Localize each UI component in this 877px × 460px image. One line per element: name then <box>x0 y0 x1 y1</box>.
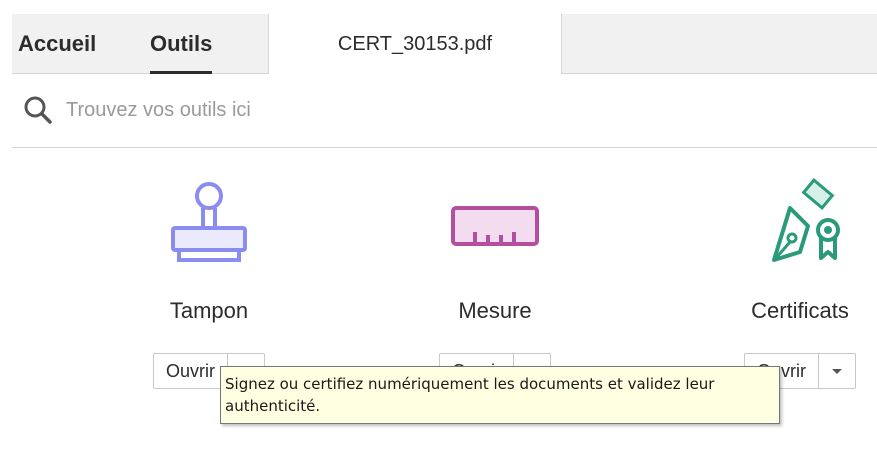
tooltip: Signez ou certifiez numériquement les do… <box>220 366 780 424</box>
search-bar <box>12 74 877 148</box>
tool-card-mesure: Mesure Ouvrir <box>395 148 595 398</box>
tool-name: Certificats <box>751 298 849 323</box>
tab-home[interactable]: Accueil <box>18 14 96 74</box>
search-input[interactable] <box>66 92 566 128</box>
tab-tools[interactable]: Outils <box>150 14 213 74</box>
tab-bar: Accueil Outils CERT_30153.pdf <box>12 14 877 75</box>
certificats-dropdown-button[interactable] <box>819 354 855 388</box>
ruler-icon[interactable] <box>445 178 545 268</box>
search-icon[interactable] <box>22 94 54 126</box>
tab-tools-label: Outils <box>150 31 213 56</box>
tab-document[interactable]: CERT_30153.pdf <box>268 14 562 75</box>
certificate-pen-icon[interactable] <box>750 178 850 268</box>
tool-name: Tampon <box>169 298 249 323</box>
tool-card-certificats: Certificats Ouvrir <box>700 148 877 398</box>
tool-name: Mesure <box>458 298 532 323</box>
chevron-down-icon <box>832 369 842 374</box>
tool-card-tampon: Tampon Ouvrir <box>109 148 309 398</box>
open-tampon-button[interactable]: Ouvrir <box>154 354 228 388</box>
stamp-icon[interactable] <box>159 178 259 268</box>
